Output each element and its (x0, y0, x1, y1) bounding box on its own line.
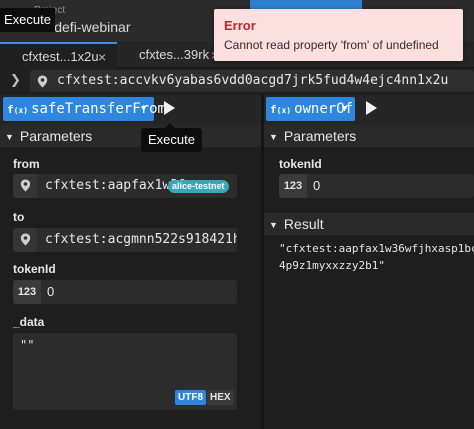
function-icon: f(x) (7, 103, 29, 116)
encoding-utf8-button[interactable]: UTF8 (175, 390, 206, 405)
tab-label: cfxtest...1x2u (22, 49, 99, 64)
tab-contract-1[interactable]: cfxtest...1x2u × (0, 42, 117, 68)
parameters-header[interactable]: ▼ Parameters (264, 125, 474, 147)
address-icon-cell[interactable] (13, 174, 37, 198)
execute-tooltip-top: Execute (0, 8, 55, 32)
play-icon[interactable] (366, 101, 377, 115)
param-label-from: from (13, 157, 40, 171)
data-value: "" (20, 338, 35, 352)
error-toast[interactable]: Error Cannot read property 'from' of und… (214, 9, 463, 61)
from-address-input[interactable]: cfxtest:aapfax1w36 alice-testnet (13, 174, 237, 198)
to-address-input[interactable]: cfxtest:acgmnn522s918421hzs (13, 228, 237, 252)
address-icon-cell[interactable] (13, 228, 37, 252)
contract-address-input[interactable]: cfxtest:accvkv6yabas6vdd0acgd7jrk5fud4w4… (30, 70, 474, 92)
location-pin-icon (20, 233, 31, 246)
right-function-toolbar: f(x) ownerOf ▼ (264, 95, 474, 125)
result-header[interactable]: ▼ Result (264, 213, 474, 235)
parameters-header[interactable]: ▼ Parameters (0, 125, 261, 147)
tokenId-input[interactable]: 123 0 (13, 280, 237, 304)
close-icon[interactable]: × (98, 44, 106, 70)
chevron-down-icon: ▼ (141, 104, 147, 114)
param-label-tokenId: tokenId (279, 157, 322, 171)
tab-label: cfxtes...39rk (139, 47, 210, 62)
address-bar: ❯ cfxtest:accvkv6yabas6vdd0acgd7jrk5fud4… (0, 68, 474, 94)
triangle-down-icon: ▼ (5, 132, 14, 142)
tokenId-input[interactable]: 123 0 (279, 174, 474, 198)
tokenId-value: 0 (47, 284, 55, 299)
chevron-right-icon[interactable]: ❯ (10, 72, 21, 88)
number-type-badge: 123 (13, 280, 41, 304)
header-accent-strip (250, 0, 362, 9)
location-pin-icon (37, 75, 48, 88)
left-function-toolbar: f(x) safeTransferFrom ▼ (0, 95, 261, 125)
param-label-to: to (13, 210, 25, 224)
tokenId-value: 0 (313, 178, 321, 193)
data-textarea[interactable]: "" UTF8 HEX (13, 333, 237, 410)
result-value: "cfxtest:aapfax1w36wfjhxasp1bc4p9z1myxxz… (279, 242, 474, 272)
execute-tooltip: Execute (141, 123, 202, 152)
number-type-badge: 123 (279, 174, 307, 198)
function-icon: f(x) (270, 103, 292, 116)
network-badge: alice-testnet (168, 180, 229, 193)
chevron-down-icon: ▼ (342, 104, 348, 114)
from-address-value: cfxtest:aapfax1w36 (45, 178, 186, 193)
error-title: Error (224, 18, 256, 33)
param-label-data: _data (13, 315, 45, 329)
encoding-hex-button[interactable]: HEX (207, 390, 234, 405)
triangle-down-icon: ▼ (269, 220, 278, 230)
function-select-ownerOf[interactable]: f(x) ownerOf ▼ (266, 97, 355, 121)
function-select-safeTransferFrom[interactable]: f(x) safeTransferFrom ▼ (3, 97, 166, 121)
triangle-down-icon: ▼ (269, 132, 278, 142)
to-address-value: cfxtest:acgmnn522s918421hzs (45, 232, 237, 247)
play-icon[interactable] (164, 101, 175, 115)
param-label-tokenId: tokenId (13, 262, 56, 276)
contract-address-value: cfxtest:accvkv6yabas6vdd0acgd7jrk5fud4w4… (57, 73, 449, 88)
error-message: Cannot read property 'from' of undefined (224, 38, 439, 52)
location-pin-icon (20, 179, 31, 192)
right-parameters-panel: ▼ Parameters tokenId 123 0 ▼ Result "cfxte… (264, 125, 474, 429)
